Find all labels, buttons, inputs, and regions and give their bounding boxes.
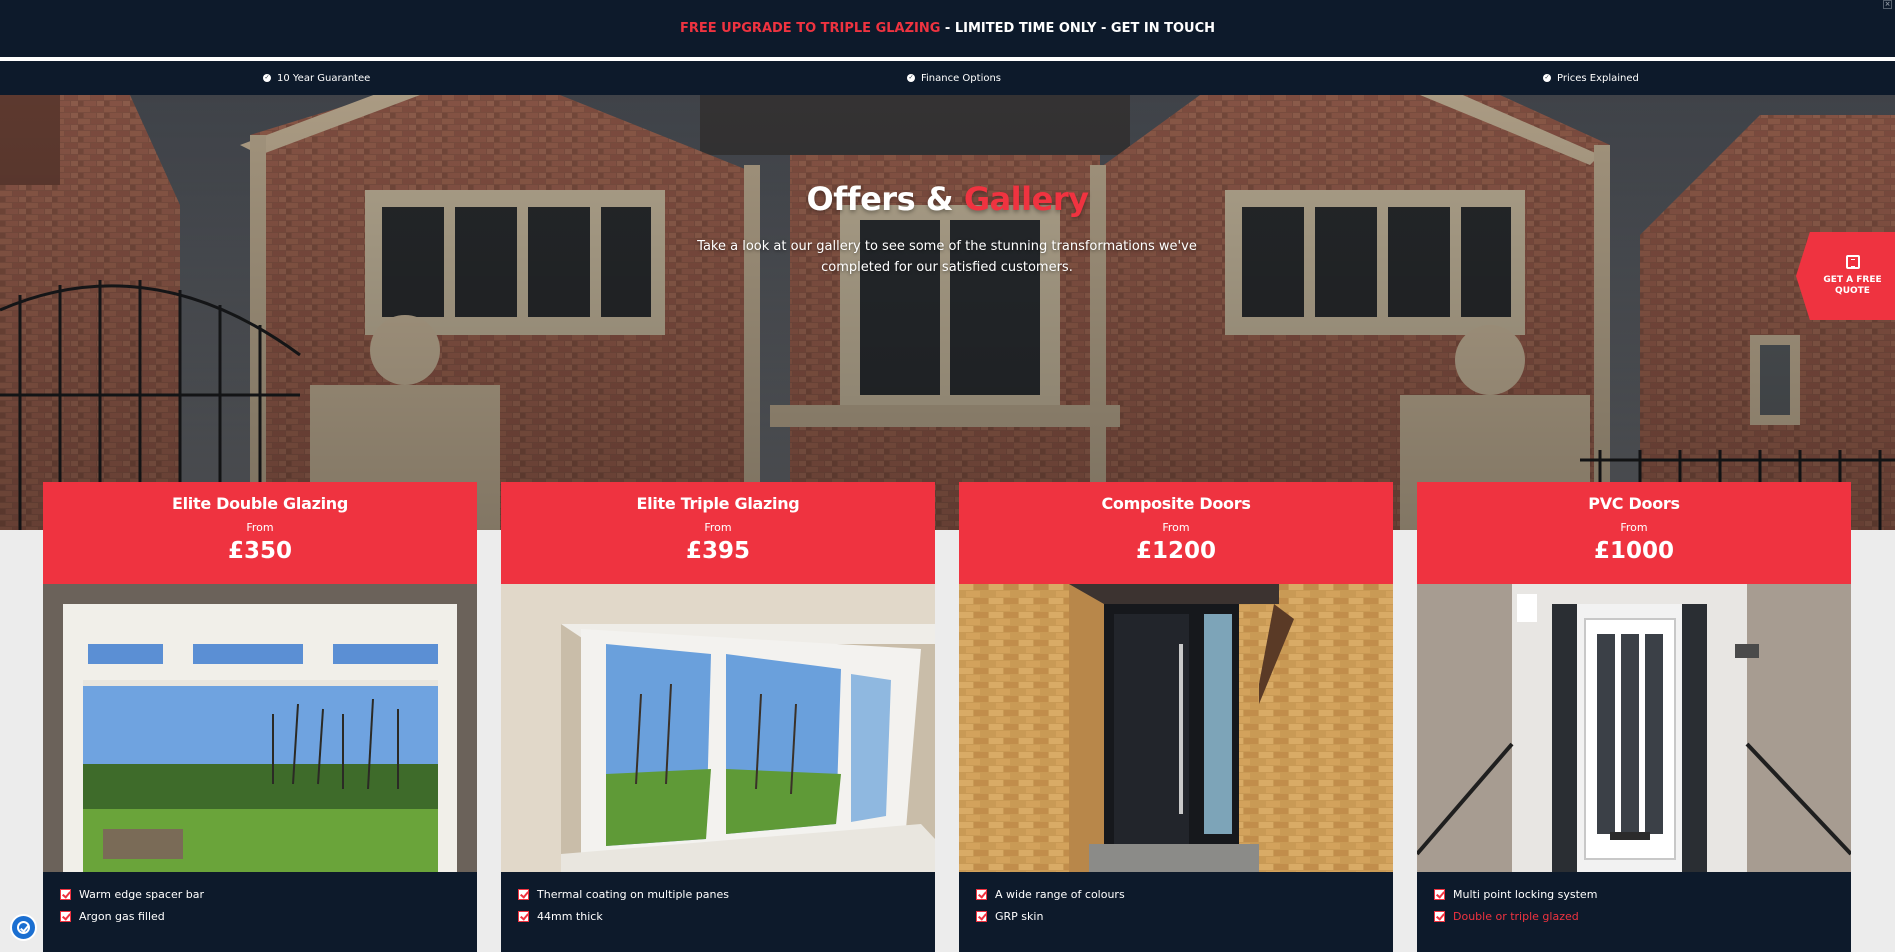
feature-label: A wide range of colours: [995, 887, 1125, 901]
feature-list: A wide range of colours GRP skin: [959, 883, 1393, 927]
feature-item: Argon gas filled: [43, 905, 477, 927]
checkbox-icon: [976, 910, 987, 922]
card-image: [501, 584, 935, 872]
get-quote-button[interactable]: GET A FREE QUOTE: [1796, 232, 1895, 320]
card-image: [959, 584, 1393, 872]
feature-item: 44mm thick: [501, 905, 935, 927]
card-image: [43, 584, 477, 872]
usp-label: 10 Year Guarantee: [277, 72, 371, 84]
usp-finance[interactable]: ✓ Finance Options: [907, 61, 1001, 95]
usp-label: Prices Explained: [1557, 72, 1639, 84]
card-price: £350: [227, 538, 292, 564]
checkbox-icon: [518, 910, 529, 922]
check-circle-icon: ✓: [907, 74, 915, 82]
card-price: £1200: [1135, 538, 1217, 564]
feature-label: Multi point locking system: [1453, 887, 1598, 901]
card-from: From: [1162, 521, 1190, 534]
feature-label: 44mm thick: [537, 909, 603, 923]
feature-item: A wide range of colours: [959, 883, 1393, 905]
card-header: Elite Double Glazing From £350: [43, 482, 477, 584]
promo-text: - LIMITED TIME ONLY - GET IN TOUCH: [940, 21, 1215, 36]
checkbox-icon: [60, 910, 71, 922]
feature-label: Warm edge spacer bar: [79, 887, 204, 901]
check-circle-icon: ✓: [1543, 74, 1551, 82]
feature-label: GRP skin: [995, 909, 1044, 923]
card-title: Elite Double Glazing: [171, 494, 349, 513]
card-from: From: [704, 521, 732, 534]
door-photo: [959, 584, 1393, 872]
usp-guarantee[interactable]: ✓ 10 Year Guarantee: [263, 61, 370, 95]
card-header: Composite Doors From £1200: [959, 482, 1393, 584]
hero-section: Offers & Gallery Take a look at our gall…: [0, 95, 1895, 530]
window-photo: [43, 584, 477, 872]
check-circle-icon: ✓: [263, 74, 271, 82]
hero-subtitle: Take a look at our gallery to see some o…: [697, 239, 1197, 275]
door-photo: [1417, 584, 1851, 872]
feature-label: Thermal coating on multiple panes: [537, 887, 729, 901]
checkbox-icon: [1434, 910, 1445, 922]
checkbox-icon: [518, 888, 529, 900]
card-image: [1417, 584, 1851, 872]
promo-highlight: FREE UPGRADE TO TRIPLE GLAZING: [680, 21, 941, 36]
hero-house-image: [0, 95, 1895, 530]
checkbox-icon: [1434, 888, 1445, 900]
feature-label: Argon gas filled: [79, 909, 165, 923]
card-price: £1000: [1593, 538, 1675, 564]
feature-item: Multi point locking system: [1417, 883, 1851, 905]
quote-label: GET A FREE QUOTE: [1823, 275, 1882, 296]
card-title: PVC Doors: [1588, 494, 1680, 513]
checkbox-icon: [976, 888, 987, 900]
offer-card-composite-doors[interactable]: Composite Doors From £1200 A wide range …: [959, 482, 1393, 952]
accessibility-icon: [17, 921, 30, 934]
card-from: From: [1620, 521, 1648, 534]
card-price: £395: [685, 538, 750, 564]
card-title: Composite Doors: [1101, 494, 1251, 513]
usp-prices[interactable]: ✓ Prices Explained: [1543, 61, 1639, 95]
page-title: Offers & Gallery: [0, 180, 1895, 218]
feature-list: Thermal coating on multiple panes 44mm t…: [501, 883, 935, 927]
feature-label: Double or triple glazed: [1453, 909, 1579, 923]
checkbox-icon: [60, 888, 71, 900]
title-accent: Gallery: [963, 180, 1089, 218]
title-part: Offers &: [806, 180, 964, 218]
document-icon: [1845, 255, 1860, 269]
offer-card-double-glazing[interactable]: Elite Double Glazing From £350 Warm edge…: [43, 482, 477, 952]
offer-card-pvc-doors[interactable]: PVC Doors From £1000 Multi point locking…: [1417, 482, 1851, 952]
card-from: From: [246, 521, 274, 534]
accessibility-button[interactable]: [10, 914, 37, 941]
promo-banner[interactable]: FREE UPGRADE TO TRIPLE GLAZING - LIMITED…: [0, 0, 1895, 57]
window-photo: [501, 584, 935, 872]
card-header: Elite Triple Glazing From £395: [501, 482, 935, 584]
card-header: PVC Doors From £1000: [1417, 482, 1851, 584]
feature-item[interactable]: Double or triple glazed: [1417, 905, 1851, 927]
usp-bar: ✓ 10 Year Guarantee ✓ Finance Options ✓ …: [0, 61, 1895, 95]
close-icon[interactable]: ×: [1883, 0, 1892, 9]
feature-item: GRP skin: [959, 905, 1393, 927]
feature-list: Multi point locking system Double or tri…: [1417, 883, 1851, 927]
offer-card-triple-glazing[interactable]: Elite Triple Glazing From £395 Thermal c…: [501, 482, 935, 952]
feature-item: Thermal coating on multiple panes: [501, 883, 935, 905]
feature-list: Warm edge spacer bar Argon gas filled: [43, 883, 477, 927]
feature-item: Warm edge spacer bar: [43, 883, 477, 905]
usp-label: Finance Options: [921, 72, 1002, 84]
card-title: Elite Triple Glazing: [636, 494, 800, 513]
